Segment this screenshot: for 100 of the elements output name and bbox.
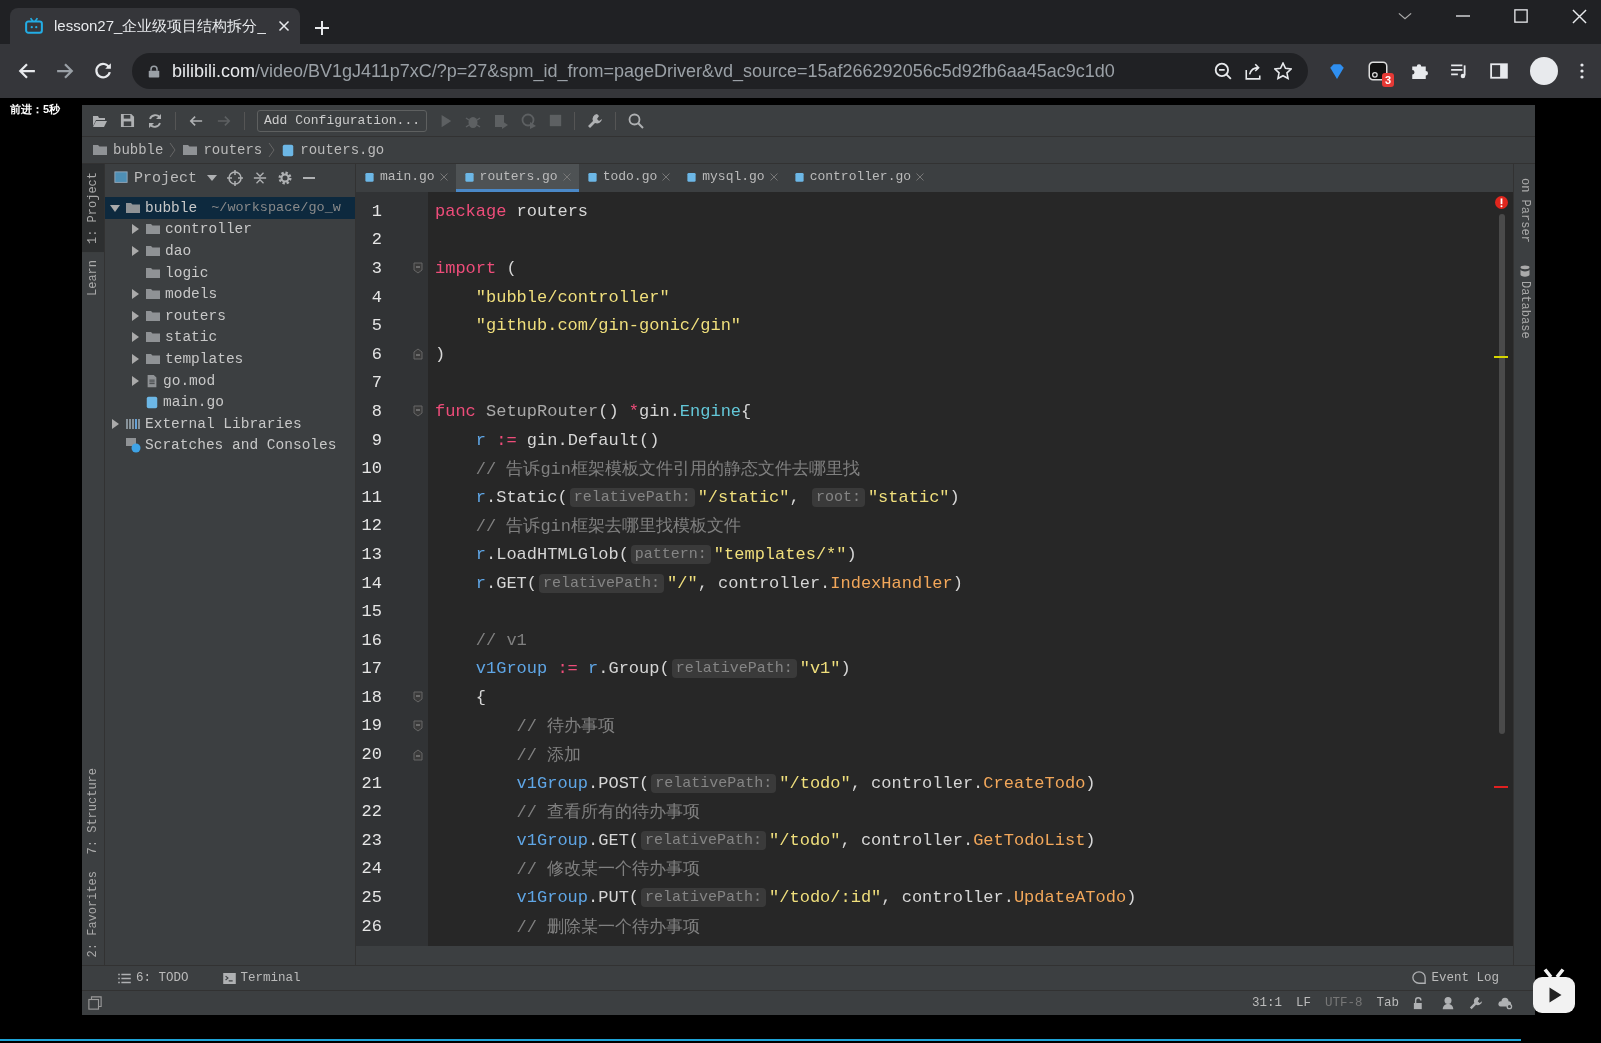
tree-item[interactable]: External Libraries [105,412,355,435]
forward-icon[interactable] [56,62,74,80]
code-text: // 告诉gin框架去哪里找模板文件 [474,516,742,538]
collapsed-arrow-icon[interactable] [129,288,141,301]
back-icon[interactable] [18,62,36,80]
tree-item[interactable]: main.go [105,391,355,413]
code-text: // 待办事项 [515,716,616,738]
plus-icon[interactable] [314,20,330,36]
editor-tab[interactable]: controller.go [785,164,933,192]
collapsed-arrow-icon[interactable] [129,245,141,257]
code-text: // 添加 [515,745,582,767]
back-icon[interactable] [188,113,204,128]
line-number: 22 [360,802,382,822]
zoom-out-icon[interactable] [1214,62,1232,80]
caret-icon[interactable] [207,175,217,181]
reload-icon[interactable] [94,62,112,80]
line-number: 1 [370,201,382,221]
playlist-icon[interactable] [1450,62,1468,80]
tool-window-tab[interactable]: Learn [82,252,104,305]
breadcrumb-item[interactable]: bubble [92,142,164,158]
editor-tab[interactable]: todo.go [578,164,679,192]
sync-icon[interactable] [147,112,163,129]
more-icon[interactable] [1580,63,1584,79]
tree-item[interactable]: dao [105,240,355,262]
wrench-icon[interactable] [1469,996,1483,1010]
code-text: v1Group.POST( [515,773,650,793]
fold-start-icon[interactable] [413,405,423,418]
scrollbar[interactable] [1499,214,1505,734]
parameter-hint: relativePath: [539,573,665,593]
address-bar[interactable]: bilibili.com/video/BV1gJ411p7xC/?p=27&spm_id_from=pageDriver&vd_source=15af266292056c5d92fb6aa45ac9c1d0 [132,53,1308,89]
locate-icon[interactable] [227,170,243,186]
collapsed-arrow-icon[interactable] [129,223,141,236]
tree-item[interactable]: routers [105,304,355,327]
code-text: func SetupRouter() *gin.Engine{ [435,401,752,421]
collapsed-arrow-icon[interactable] [129,309,141,322]
go-file-icon [281,142,296,158]
run-configuration-button[interactable]: Add Configuration... [257,109,428,132]
save-icon[interactable] [120,113,135,128]
editor-tab[interactable]: main.go [356,164,456,192]
side-panel-icon[interactable] [1490,62,1508,80]
collapsed-arrow-icon[interactable] [109,417,121,430]
tree-item[interactable]: templates [105,348,355,370]
editor-tab[interactable]: routers.go [455,164,579,192]
fold-start-icon[interactable] [413,262,423,275]
fold-start-icon[interactable] [413,720,423,732]
editor-tab[interactable]: mysql.go [678,164,786,192]
tree-item[interactable]: controller [105,218,355,241]
inspector-icon[interactable] [1441,996,1455,1010]
tree-item[interactable]: bubble ~/workspace/go_w [105,197,355,219]
cloud-gear-icon[interactable] [1497,996,1513,1010]
gem-icon[interactable] [1328,62,1346,80]
fold-start-icon[interactable] [413,691,423,704]
tree-item[interactable]: logic [105,261,355,284]
collapsed-arrow-icon[interactable] [129,331,141,344]
collapsed-arrow-icon[interactable] [129,352,141,365]
line-number: 14 [360,573,382,593]
collapsed-arrow-icon[interactable] [129,374,141,387]
chevron-down-icon[interactable] [1398,11,1412,21]
tool-window-button[interactable]: Event Log [1406,970,1505,986]
tool-window-tab[interactable]: Database [1517,280,1532,339]
tool-window-tab[interactable]: 2: Favorites [82,862,104,965]
status-item[interactable]: Tab [1376,996,1399,1010]
fold-end-icon[interactable] [413,748,423,761]
share-icon[interactable] [1244,62,1262,80]
line-number: 6 [370,344,382,364]
puzzle-icon[interactable] [1410,62,1428,80]
browser-tab[interactable]: lesson27_企业级项目结构拆分_ [10,8,300,44]
code-text: // 删除某一个待办事项 [515,916,701,938]
code-text: "bubble/controller" [474,287,670,307]
error-marker[interactable] [1494,786,1508,788]
collapse-icon[interactable] [253,171,267,185]
error-icon[interactable] [1495,196,1508,209]
breadcrumb-item[interactable]: routers.go [281,142,385,158]
line-number: 19 [360,716,382,736]
window-icon[interactable] [88,996,102,1010]
tool-window-button[interactable]: Terminal [216,970,307,986]
tool-window-tab[interactable]: 1: Project [82,164,104,252]
tool-window-tab[interactable]: 7: Structure [82,760,104,863]
code-text: r.GET( [474,573,538,593]
line-number: 12 [360,516,382,536]
breadcrumb-item[interactable]: routers [182,142,263,158]
tree-item[interactable]: static [105,326,355,349]
gear-icon[interactable] [277,170,293,186]
profile-avatar[interactable] [1530,57,1558,85]
tool-window-button[interactable]: 6: TODO [112,970,195,986]
status-item[interactable]: LF [1295,996,1311,1010]
tool-window-tab[interactable]: on Parser [1517,178,1532,243]
warning-marker[interactable] [1494,356,1508,358]
tree-item[interactable]: go.mod [105,369,355,392]
star-icon[interactable] [1274,62,1292,80]
tree-item[interactable]: models [105,283,355,305]
status-item[interactable]: 31:1 [1251,996,1282,1010]
panel-title[interactable]: Project [113,169,197,187]
parameter-hint: relativePath: [569,487,695,507]
line-number: 25 [360,888,382,908]
fold-end-icon[interactable] [413,348,423,361]
tree-item[interactable]: Scratches and Consoles [105,434,355,457]
search-icon[interactable] [628,112,645,129]
wrench-icon[interactable] [587,112,604,129]
maximize-icon[interactable] [1514,9,1528,23]
